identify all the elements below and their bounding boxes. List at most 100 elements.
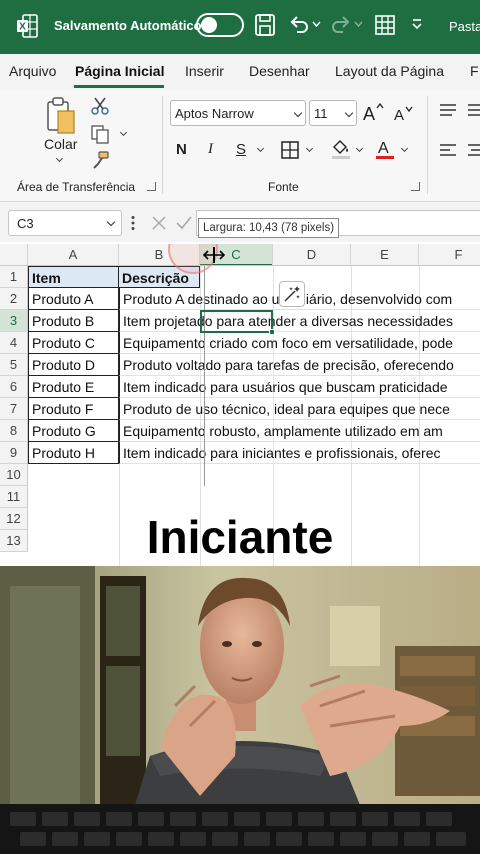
file-title: Pasta	[449, 19, 480, 34]
quick-analysis-button[interactable]	[279, 281, 305, 307]
row-header[interactable]: 7	[0, 398, 28, 420]
column-width-tooltip: Largura: 10,43 (78 pixels)	[198, 218, 340, 238]
description-cell[interactable]: Produto voltado para tarefas de precisão…	[119, 354, 480, 376]
description-cell[interactable]: Item projetado para atender a diversas n…	[119, 310, 480, 332]
name-box-value: C3	[17, 216, 34, 231]
fill-color-dropdown-icon[interactable]	[355, 144, 364, 153]
redo-dropdown-icon[interactable]	[354, 20, 363, 28]
row-header[interactable]: 10	[0, 464, 28, 486]
customize-toolbar-icon[interactable]	[410, 18, 424, 30]
row-header[interactable]: 9	[0, 442, 28, 464]
paste-dropdown-icon[interactable]	[55, 154, 64, 163]
increase-font-size-icon[interactable]: A	[362, 102, 384, 122]
autosave-toggle[interactable]	[196, 13, 244, 37]
row-header[interactable]: 3	[0, 310, 28, 332]
description-cell[interactable]: Produto de uso técnico, ideal para equip…	[119, 398, 480, 420]
description-cell[interactable]: Item indicado para usuários que buscam p…	[119, 376, 480, 398]
font-size-value: 11	[314, 106, 328, 121]
italic-button[interactable]: I	[208, 141, 213, 158]
tab-inserir[interactable]: Inserir	[185, 63, 224, 79]
row-header[interactable]: 2	[0, 288, 28, 310]
excel-logo-icon: X	[17, 14, 38, 38]
tab-pagina-inicial[interactable]: Página Inicial	[75, 63, 164, 79]
table-format-icon[interactable]	[374, 13, 396, 37]
resize-cursor-icon	[203, 247, 225, 263]
font-color-dropdown-icon[interactable]	[400, 144, 409, 153]
undo-dropdown-icon[interactable]	[312, 20, 321, 28]
copy-icon[interactable]	[90, 124, 110, 144]
more-options-icon[interactable]	[130, 215, 136, 231]
font-launcher-icon[interactable]	[411, 182, 420, 191]
tab-desenhar[interactable]: Desenhar	[249, 63, 310, 79]
svg-text:A: A	[363, 104, 375, 122]
tab-formulas[interactable]: F	[470, 63, 479, 79]
bold-button[interactable]: N	[176, 141, 187, 158]
row-header[interactable]: 8	[0, 420, 28, 442]
decrease-font-size-icon[interactable]: A	[393, 104, 415, 122]
column-header-d[interactable]: D	[273, 244, 351, 266]
font-family-select[interactable]: Aptos Narrow	[170, 100, 306, 126]
select-all-corner[interactable]	[0, 244, 28, 266]
description-cell[interactable]: Item indicado para iniciantes e profissi…	[119, 442, 480, 464]
item-cell[interactable]: Produto F	[28, 398, 119, 420]
clipboard-launcher-icon[interactable]	[147, 182, 156, 191]
row-header[interactable]: 11	[0, 486, 28, 508]
align-top-icon[interactable]	[438, 102, 458, 118]
item-cell[interactable]: Produto C	[28, 332, 119, 354]
fill-handle[interactable]	[269, 329, 275, 335]
row-header[interactable]: 5	[0, 354, 28, 376]
paste-icon[interactable]	[44, 96, 78, 136]
ribbon-tabs: Arquivo Página Inicial Inserir Desenhar …	[0, 54, 480, 90]
chevron-down-icon	[106, 217, 116, 227]
column-header-a[interactable]: A	[28, 244, 119, 266]
confirm-entry-icon[interactable]	[175, 215, 193, 231]
cut-icon[interactable]	[90, 96, 110, 116]
cancel-entry-icon[interactable]	[151, 215, 167, 231]
borders-dropdown-icon[interactable]	[305, 144, 314, 153]
align-middle-icon[interactable]	[466, 102, 480, 118]
tab-layout-da-pagina[interactable]: Layout da Página	[335, 63, 444, 79]
tab-arquivo[interactable]: Arquivo	[9, 63, 56, 79]
item-cell[interactable]: Produto E	[28, 376, 119, 398]
font-size-select[interactable]: 11	[309, 100, 357, 126]
item-cell[interactable]: Produto A	[28, 288, 119, 310]
meme-caption: Iniciante	[146, 511, 334, 563]
redo-icon[interactable]	[330, 13, 352, 37]
underline-button[interactable]: S	[236, 141, 246, 158]
format-painter-icon[interactable]	[90, 150, 110, 170]
selected-cell[interactable]	[200, 310, 275, 335]
active-tab-indicator	[74, 85, 164, 88]
undo-icon[interactable]	[288, 13, 310, 37]
toggle-knob	[201, 17, 217, 33]
header-cell-item[interactable]: Item	[28, 266, 119, 288]
row-header[interactable]: 4	[0, 332, 28, 354]
copy-dropdown-icon[interactable]	[119, 128, 128, 137]
typing-man-photo	[0, 566, 480, 854]
autosave-label: Salvamento Automático	[54, 18, 202, 33]
item-cell[interactable]: Produto B	[28, 310, 119, 332]
item-cell[interactable]: Produto H	[28, 442, 119, 464]
ribbon: Colar Área de Transferência Aptos Narrow…	[0, 90, 480, 202]
borders-icon[interactable]	[280, 140, 300, 160]
underline-dropdown-icon[interactable]	[256, 144, 265, 153]
save-icon[interactable]	[254, 13, 276, 37]
item-cell[interactable]: Produto D	[28, 354, 119, 376]
chevron-down-icon	[344, 108, 354, 118]
column-resize-guide	[204, 266, 205, 486]
align-left-icon[interactable]	[438, 142, 458, 158]
font-color-icon[interactable]: A	[374, 138, 396, 160]
column-header-f[interactable]: F	[419, 244, 480, 266]
column-header-e[interactable]: E	[351, 244, 419, 266]
name-box[interactable]: C3	[8, 210, 122, 236]
item-cell[interactable]: Produto G	[28, 420, 119, 442]
description-cell[interactable]: Equipamento criado com foco em versatili…	[119, 332, 480, 354]
fill-color-icon[interactable]	[330, 138, 352, 160]
ribbon-separator	[162, 96, 163, 194]
row-header[interactable]: 1	[0, 266, 28, 288]
align-center-icon[interactable]	[466, 142, 480, 158]
description-cell[interactable]: Equipamento robusto, amplamente utilizad…	[119, 420, 480, 442]
font-group-label: Fonte	[268, 180, 299, 194]
paste-label[interactable]: Colar	[44, 136, 77, 152]
ribbon-separator	[427, 96, 428, 194]
row-header[interactable]: 6	[0, 376, 28, 398]
